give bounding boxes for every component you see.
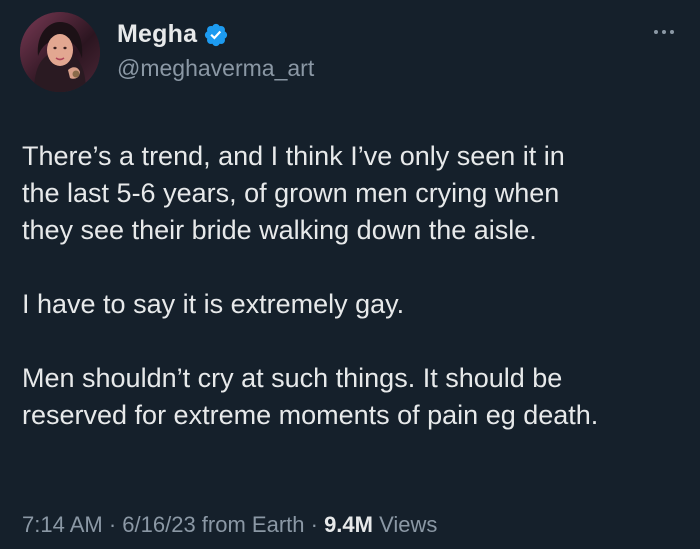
author-display-name[interactable]: Megha xyxy=(117,20,197,49)
tweet-line: I have to say it is extremely gay. xyxy=(22,289,405,319)
tweet-line: they see their bride walking down the ai… xyxy=(22,215,537,245)
paragraph-break xyxy=(22,323,682,360)
tweet-line: the last 5-6 years, of grown men crying … xyxy=(22,178,560,208)
more-horizontal-icon xyxy=(670,30,674,34)
paragraph-break xyxy=(22,249,682,286)
tweet-time[interactable]: 7:14 AM xyxy=(22,512,103,537)
avatar-photo-icon xyxy=(20,12,100,92)
tweet-source: from Earth xyxy=(195,512,305,537)
tweet-metadata: 7:14 AM · 6/16/23 from Earth · 9.4M View… xyxy=(22,512,437,538)
tweet-card: Megha @meghaverma_art There’s a trend, a… xyxy=(0,0,700,549)
avatar[interactable] xyxy=(20,12,100,92)
more-horizontal-icon xyxy=(662,30,666,34)
tweet-date[interactable]: 6/16/23 xyxy=(122,512,195,537)
tweet-line: reserved for extreme moments of pain eg … xyxy=(22,400,599,430)
separator-dot: · xyxy=(102,512,123,537)
author-name-row: Megha xyxy=(117,20,229,49)
views-label: Views xyxy=(372,512,438,537)
author-handle[interactable]: @meghaverma_art xyxy=(117,55,314,82)
views-count[interactable]: 9.4M xyxy=(324,512,373,537)
tweet-line: There’s a trend, and I think I’ve only s… xyxy=(22,141,565,171)
more-options-button[interactable] xyxy=(646,20,682,44)
tweet-line: Men shouldn’t cry at such things. It sho… xyxy=(22,363,563,393)
more-horizontal-icon xyxy=(654,30,658,34)
verified-badge-icon xyxy=(203,22,229,48)
separator-dot: · xyxy=(304,512,325,537)
tweet-text: There’s a trend, and I think I’ve only s… xyxy=(22,138,682,434)
